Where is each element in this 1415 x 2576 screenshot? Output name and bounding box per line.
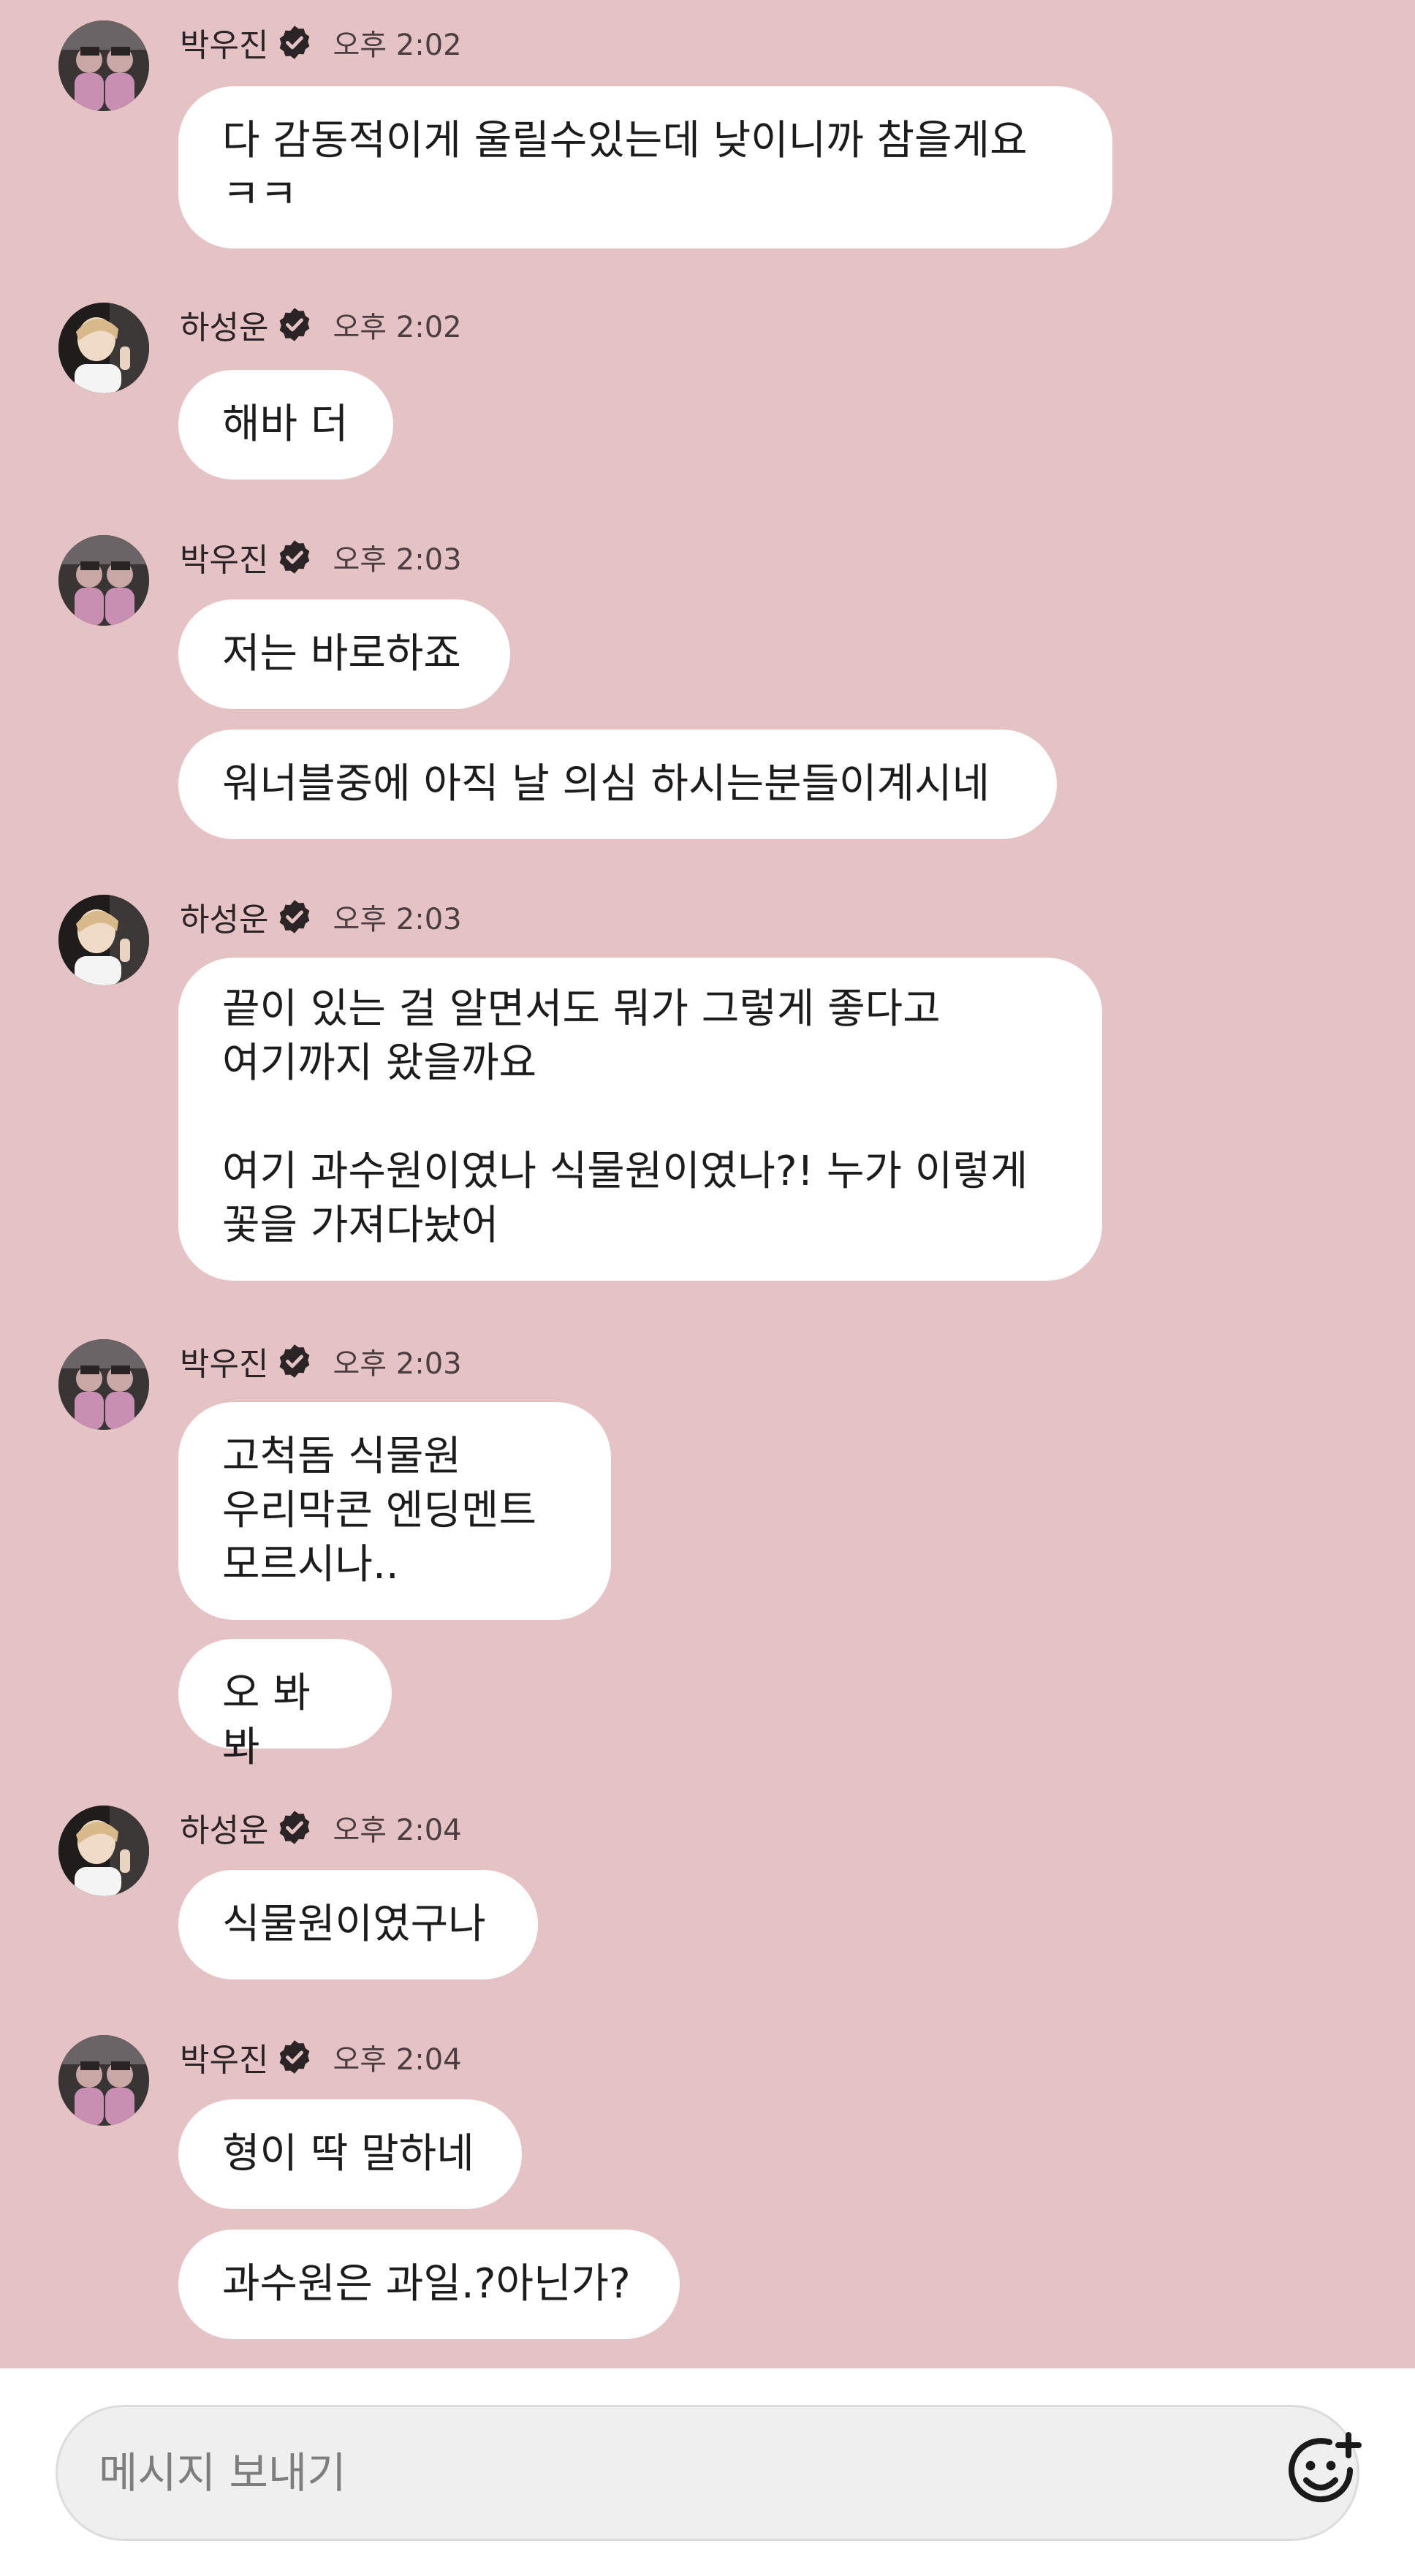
sender-name[interactable]: 박우진 — [180, 19, 268, 66]
verified-badge-icon — [276, 2038, 314, 2076]
sender-name[interactable]: 박우진 — [180, 1338, 268, 1384]
sender-avatar[interactable] — [58, 895, 149, 985]
message-bubble[interactable]: 저는 바로하죠 — [178, 599, 510, 709]
message-time: 오후 2:02 — [333, 311, 462, 344]
sender-avatar[interactable] — [58, 1339, 149, 1430]
message-bubble[interactable]: 과수원은 과일.?아닌가? — [178, 2230, 680, 2339]
verified-badge-icon — [276, 306, 314, 344]
message-time: 오후 2:03 — [333, 1347, 462, 1381]
sender-name[interactable]: 하성운 — [180, 893, 268, 940]
message-meta: 박우진 오후 2:03 — [180, 1338, 462, 1384]
message-time: 오후 2:03 — [333, 543, 462, 577]
sender-name[interactable]: 박우진 — [180, 2034, 268, 2080]
message-bubble[interactable]: 다 감동적이게 울릴수있는데 낮이니까 참을게요 ㅋㅋ — [178, 86, 1112, 249]
message-bubble[interactable]: 끝이 있는 걸 알면서도 뭐가 그렇게 좋다고 여기까지 왔을까요 여기 과수원… — [178, 958, 1102, 1281]
message-bubble[interactable]: 형이 딱 말하네 — [178, 2099, 522, 2209]
message-time: 오후 2:02 — [333, 29, 462, 62]
chat-message-list[interactable]: 박우진 오후 2:02 다 감동적이게 울릴수있는데 낮이니까 참을게요 ㅋㅋ … — [0, 0, 1415, 2368]
message-meta: 박우진 오후 2:04 — [180, 2034, 462, 2080]
sender-avatar[interactable] — [58, 2035, 149, 2126]
message-meta: 하성운 오후 2:03 — [180, 893, 462, 940]
sender-avatar[interactable] — [58, 20, 149, 111]
message-meta: 박우진 오후 2:02 — [180, 19, 462, 66]
message-bubble[interactable]: 오 봐봐 — [178, 1639, 392, 1771]
message-time: 오후 2:04 — [333, 2043, 462, 2077]
verified-badge-icon — [276, 23, 314, 61]
composer-bar: 메시지 보내기 — [0, 2368, 1415, 2576]
message-time: 오후 2:04 — [333, 1814, 462, 1847]
message-input-placeholder: 메시지 보내기 — [99, 2448, 346, 2498]
sender-name[interactable]: 하성운 — [180, 1804, 268, 1851]
sender-avatar[interactable] — [58, 303, 149, 393]
message-meta: 하성운 오후 2:04 — [180, 1804, 462, 1851]
emoji-add-icon[interactable] — [1283, 2429, 1370, 2517]
verified-badge-icon — [276, 1342, 314, 1380]
message-input[interactable]: 메시지 보내기 — [56, 2405, 1362, 2541]
message-meta: 하성운 오후 2:02 — [180, 301, 462, 348]
verified-badge-icon — [276, 1808, 314, 1846]
verified-badge-icon — [276, 898, 314, 936]
message-bubble[interactable]: 식물원이였구나 — [178, 1870, 538, 1980]
verified-badge-icon — [276, 538, 314, 576]
message-bubble[interactable]: 고척돔 식물원 우리막콘 엔딩멘트 모르시나.. — [178, 1402, 611, 1620]
sender-name[interactable]: 하성운 — [180, 301, 268, 348]
message-meta: 박우진 오후 2:03 — [180, 534, 462, 580]
sender-name[interactable]: 박우진 — [180, 534, 268, 580]
sender-avatar[interactable] — [58, 1806, 149, 1896]
message-time: 오후 2:03 — [333, 903, 462, 936]
sender-avatar[interactable] — [58, 535, 149, 626]
message-bubble[interactable]: 해바 더 — [178, 370, 393, 480]
message-bubble[interactable]: 워너블중에 아직 날 의심 하시는분들이계시네 — [178, 730, 1057, 839]
